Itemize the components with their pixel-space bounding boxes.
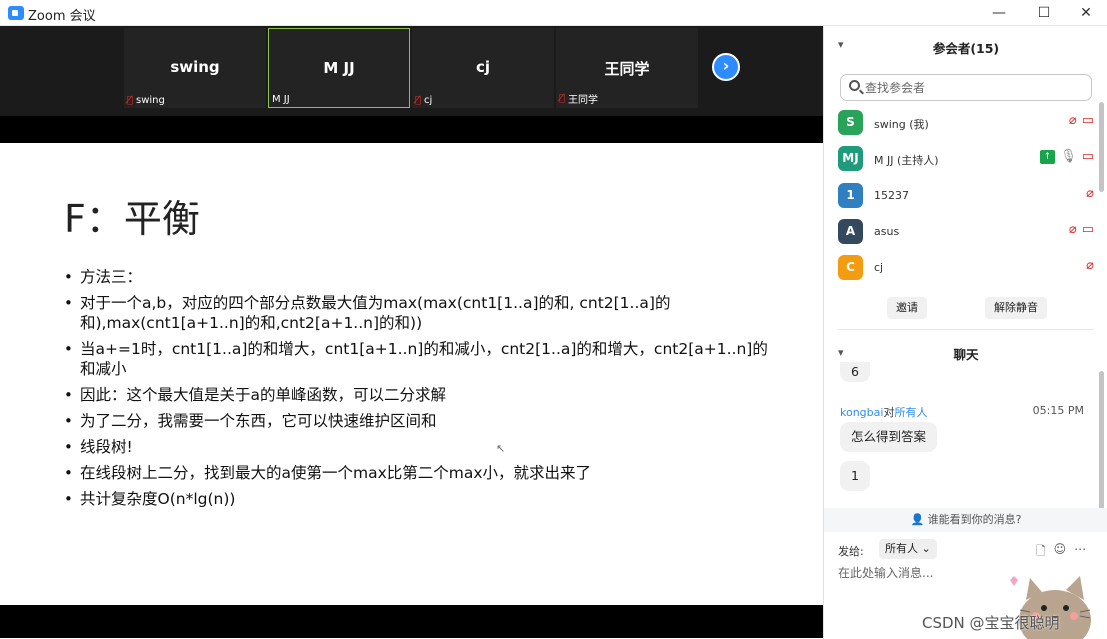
mic-on-icon: 🎙 [1060, 149, 1077, 164]
slide-bullet-list: 方法三： 对于一个a,b，对应的四个部分点数最大值为max(max(cnt1[1… [62, 267, 772, 515]
chat-message: 1 [840, 461, 870, 491]
mic-muted-icon: 🎙̸ [127, 95, 134, 106]
close-button[interactable]: ✕ [1073, 3, 1099, 23]
participant-name: M JJ (主持人) [874, 154, 939, 167]
participants-scrollbar[interactable] [1099, 102, 1104, 192]
avatar: MJ [838, 146, 863, 171]
tile-name: M JJ [323, 59, 355, 77]
message-time: 05:15 PM [1032, 404, 1084, 417]
tile-name: swing [170, 58, 220, 76]
participants-title: 参会者(15) [932, 41, 1000, 56]
participant-row[interactable]: A asus ⌀ ▭ [838, 217, 1094, 245]
slide-bullet: 对于一个a,b，对应的四个部分点数最大值为max(max(cnt1[1..a]的… [62, 293, 772, 333]
participant-name: swing (我) [874, 118, 929, 131]
message-meta: kongbai对所有人 05:15 PM [840, 404, 1084, 420]
avatar: C [838, 255, 863, 280]
mic-muted-icon: 🎙̸ [559, 93, 566, 104]
mic-muted-icon: ⌀ [1068, 113, 1077, 128]
send-to-label: 发给: [838, 545, 864, 558]
slide-bullet: 线段树! [62, 437, 772, 457]
search-input[interactable] [865, 78, 1085, 98]
mouse-cursor-icon: ↖ [496, 442, 506, 455]
participant-row[interactable]: S swing (我) ⌀ ▭ [838, 108, 1094, 136]
zoom-logo-icon [8, 6, 24, 20]
participants-header: ▾ 参会者(15) [824, 26, 1107, 64]
chat-message: 6 [840, 362, 870, 382]
participant-name: asus [874, 225, 900, 238]
video-tile-swing[interactable]: swing 🎙̸ swing [124, 28, 266, 108]
message-recipient[interactable]: 所有人 [894, 406, 927, 419]
tile-label: 王同学 [568, 95, 599, 106]
screen-share-icon: ↑ [1039, 150, 1056, 164]
chat-message: 怎么得到答案 [840, 422, 938, 452]
slide-bullet: 为了二分，我需要一个东西，它可以快速维护区间和 [62, 411, 772, 431]
chevron-down-icon: ⌄ [921, 542, 931, 555]
video-strip: swing 🎙̸ swing M JJ M JJ cj 🎙̸ cj 王同学 🎙̸… [0, 26, 823, 116]
video-off-icon: ▭ [1081, 113, 1094, 128]
slide-bullet: 因此：这个最大值是关于a的单峰函数，可以二分求解 [62, 385, 772, 405]
slide-title: F：平衡 [64, 197, 200, 241]
who-can-see-link[interactable]: 👤 谁能看到你的消息? [824, 508, 1107, 532]
participant-name: cj [874, 261, 884, 274]
video-tile-mjj[interactable]: M JJ M JJ [268, 28, 410, 108]
person-icon: 👤 [910, 513, 925, 526]
tile-name: cj [475, 58, 491, 76]
tile-label: swing [136, 95, 165, 106]
send-to-dropdown[interactable]: 所有人 ⌄ [879, 539, 937, 559]
chat-scrollbar[interactable] [1099, 371, 1104, 511]
slide-bullet: 当a+=1时，cnt1[1..a]的和增大，cnt1[a+1..n]的和减小，c… [62, 339, 772, 379]
avatar: 1 [838, 183, 863, 208]
tile-label: cj [424, 95, 433, 106]
mic-muted-icon: ⌀ [1068, 222, 1077, 237]
mic-muted-icon: 🎙̸ [415, 95, 422, 106]
video-off-icon: ▭ [1081, 149, 1094, 164]
next-page-button[interactable]: › [712, 53, 740, 81]
participant-row[interactable]: MJ M JJ (主持人) ↑ 🎙 ▭ [838, 144, 1094, 172]
chevron-right-icon: › [722, 56, 730, 75]
slide-bullet: 方法三： [62, 267, 772, 287]
mic-muted-icon: ⌀ [1086, 258, 1094, 273]
minimize-button[interactable]: — [986, 3, 1012, 23]
tile-label: M JJ [272, 94, 290, 105]
participant-row[interactable]: 1 15237 ⌀ [838, 181, 1094, 209]
tile-name: 王同学 [604, 60, 650, 78]
participant-row[interactable]: C cj ⌀ [838, 253, 1094, 281]
right-panel: ▾ 参会者(15) S swing (我) ⌀ ▭ MJ M JJ (主持人) … [823, 26, 1107, 639]
video-off-icon: ▭ [1081, 222, 1094, 237]
avatar: S [838, 110, 863, 135]
participant-name: 15237 [874, 189, 909, 202]
watermark: CSDN @宝宝很聪明 [922, 614, 1060, 632]
slide-bullet: 在线段树上二分，找到最大的a使第一个max比第二个max小，就求出来了 [62, 463, 772, 483]
maximize-button[interactable]: ☐ [1031, 3, 1057, 23]
participant-search[interactable] [840, 74, 1092, 101]
video-tile-wang[interactable]: 王同学 🎙̸ 王同学 [556, 28, 698, 108]
title-bar: Zoom 会议 — ☐ ✕ [0, 0, 1107, 26]
shared-slide: F：平衡 方法三： 对于一个a,b，对应的四个部分点数最大值为max(max(c… [0, 143, 823, 605]
avatar: A [838, 219, 863, 244]
video-tile-cj[interactable]: cj 🎙̸ cj [412, 28, 554, 108]
window-title: Zoom 会议 [28, 9, 96, 24]
invite-button[interactable]: 邀请 [887, 297, 927, 319]
mic-muted-icon: ⌀ [1086, 186, 1094, 201]
search-icon [849, 80, 860, 91]
slide-bullet: 共计复杂度O(n*lg(n)) [62, 489, 772, 509]
message-to-word: 对 [883, 406, 895, 419]
chat-title: 聊天 [953, 347, 979, 362]
unmute-button[interactable]: 解除静音 [985, 297, 1047, 319]
message-sender[interactable]: kongbai [840, 406, 883, 419]
meeting-view: swing 🎙̸ swing M JJ M JJ cj 🎙̸ cj 王同学 🎙̸… [0, 26, 823, 638]
